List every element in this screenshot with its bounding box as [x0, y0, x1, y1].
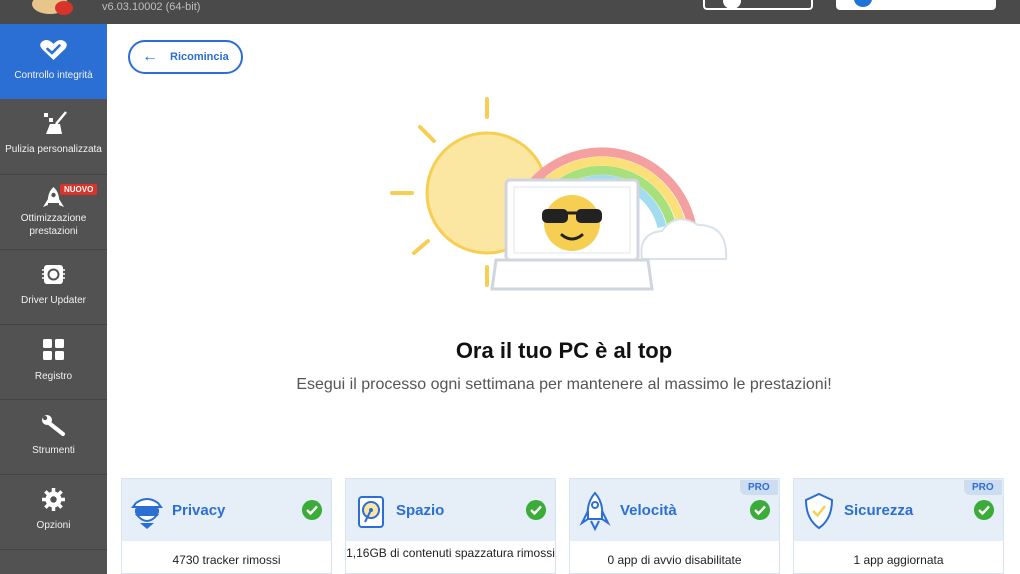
app-logo-icon [32, 0, 73, 15]
card-result: 1 app aggiornata [853, 553, 944, 567]
pro-badge: PRO [964, 480, 1002, 495]
sidebar-item-label: Driver Updater [20, 295, 87, 306]
result-card-privacy: Privacy 4730 tracker rimossi [121, 478, 332, 574]
card-result: 1,16GB di contenuti spazzatura rimossi [346, 546, 555, 560]
account-button[interactable] [836, 0, 996, 10]
pro-badge: PRO [740, 480, 778, 495]
card-title: Sicurezza [844, 502, 914, 519]
check-icon [302, 500, 322, 520]
page-title: Ora il tuo PC è al top [455, 338, 673, 363]
disk-icon [358, 496, 384, 528]
gear-icon [42, 488, 65, 511]
check-icon [974, 500, 994, 520]
new-badge: NUOVO [60, 184, 98, 195]
card-title: Privacy [172, 502, 226, 519]
card-header: Velocità PRO [570, 479, 779, 541]
sidebar-item-label: Pulizia personalizzata [5, 144, 102, 155]
restart-label: Ricomincia [170, 51, 229, 63]
card-title: Velocità [620, 502, 677, 519]
rocket-icon [579, 491, 611, 531]
spy-icon [131, 498, 163, 529]
card-header: Privacy [122, 479, 331, 541]
sidebar-item-tools[interactable]: Strumenti [0, 400, 107, 475]
sidebar-item-options[interactable]: Opzioni [0, 475, 107, 550]
result-card-space: Spazio 1,16GB di contenuti spazzatura ri… [345, 478, 556, 574]
page-subtitle: Esegui il processo ogni settimana per ma… [296, 376, 832, 393]
card-result: 4730 tracker rimossi [172, 553, 281, 567]
info-icon [723, 0, 741, 9]
sidebar-item-registry[interactable]: Registro [0, 325, 107, 400]
sidebar-item-label: Ottimizzazione prestazioni [20, 213, 87, 237]
info-button[interactable] [703, 0, 813, 10]
broom-icon [44, 111, 67, 134]
card-title: Spazio [396, 502, 445, 519]
app-version: v6.03.10002 (64-bit) [102, 1, 201, 13]
grid-icon [43, 339, 64, 360]
result-card-speed: Velocità PRO 0 app di avvio disabilitate [569, 478, 780, 574]
check-icon [750, 500, 770, 520]
shield-icon [804, 492, 834, 530]
restart-button[interactable]: ← Ricomincia [128, 40, 243, 74]
card-header: Spazio [346, 479, 555, 541]
card-header: Sicurezza PRO [794, 479, 1003, 541]
sidebar-item-label: Controllo integrità [14, 70, 93, 81]
sidebar-item-driver-updater[interactable]: Driver Updater [0, 250, 107, 325]
success-illustration [390, 97, 728, 291]
sidebar-item-label: Registro [34, 371, 73, 382]
check-icon [526, 500, 546, 520]
sidebar-item-label: Strumenti [32, 445, 75, 456]
sidebar-item-custom-clean[interactable]: Pulizia personalizzata [0, 100, 107, 175]
title-bar: v6.03.10002 (64-bit) [0, 0, 1020, 24]
sidebar-item-health-check[interactable]: Controllo integrità [0, 24, 107, 99]
sidebar: Controllo integrità Pulizia personalizza… [0, 24, 107, 574]
account-icon [854, 0, 872, 7]
result-card-security: Sicurezza PRO 1 app aggiornata [793, 478, 1004, 574]
sidebar-item-label: Opzioni [36, 520, 71, 531]
wrench-icon [42, 415, 65, 436]
cloud-icon [640, 218, 728, 260]
card-result: 0 app di avvio disabilitate [607, 553, 742, 567]
arrow-left-icon: ← [142, 48, 158, 65]
chip-icon [42, 265, 65, 284]
heart-check-icon [40, 40, 67, 60]
sidebar-item-performance[interactable]: NUOVO Ottimizzazione prestazioni [0, 175, 107, 250]
